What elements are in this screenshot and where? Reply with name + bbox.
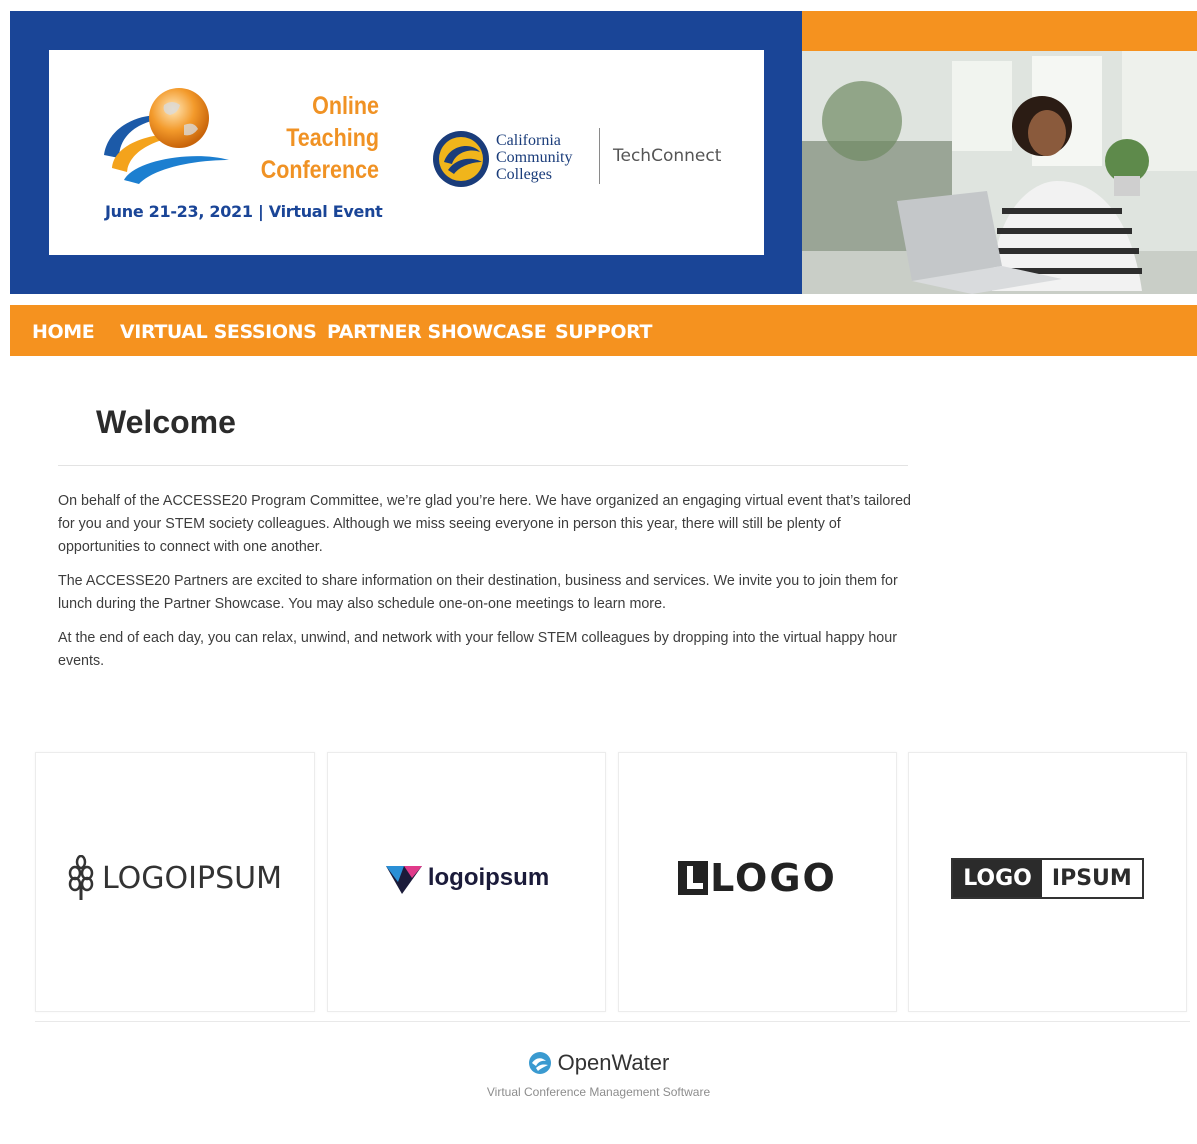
- hero-photo-illustration: [802, 51, 1197, 294]
- sponsor-card-4[interactable]: LOGO IPSUM: [908, 752, 1187, 1012]
- sponsors-divider: [35, 1021, 1190, 1022]
- ccc-line-2: Community: [496, 149, 573, 166]
- openwater-brand-text: OpenWater: [557, 1050, 670, 1075]
- welcome-paragraph-2: The ACCESSE20 Partners are excited to sh…: [58, 573, 898, 612]
- welcome-paragraph-3: At the end of each day, you can relax, u…: [58, 630, 897, 669]
- title-divider: [58, 465, 908, 466]
- wordmark-line-1: Online: [312, 92, 379, 120]
- conference-date: June 21-23, 2021 | Virtual Event: [105, 202, 383, 221]
- conference-wordmark: Online Teaching Conference: [241, 90, 379, 186]
- sponsor-logo-2-text: logoipsum: [427, 864, 550, 891]
- hero-photo: [802, 51, 1197, 294]
- openwater-link[interactable]: OpenWater: [528, 1050, 670, 1076]
- welcome-paragraph-1: On behalf of the ACCESSE20 Program Commi…: [58, 493, 912, 555]
- main-nav: HOME VIRTUAL SESSIONS PARTNER SHOWCASE S…: [10, 305, 1197, 356]
- sponsor-card-2[interactable]: logoipsum: [327, 752, 606, 1012]
- nav-home[interactable]: HOME: [32, 321, 95, 343]
- wordmark-line-3: Conference: [260, 156, 379, 184]
- nav-partner-showcase[interactable]: PARTNER SHOWCASE: [327, 321, 547, 343]
- sponsor-logo-4-right: IPSUM: [1041, 859, 1142, 897]
- triangle-drop-icon: [385, 866, 422, 894]
- sponsor-logo-4-left: LOGO: [953, 859, 1042, 897]
- globe-swoosh-icon: [104, 88, 229, 184]
- wordmark-line-2: Teaching: [286, 124, 379, 152]
- ccc-line-1: California: [496, 132, 561, 149]
- sponsor-logo-1: LOGOIPSUM: [36, 853, 314, 903]
- techconnect-label: TechConnect: [613, 146, 722, 166]
- sponsor-card-3[interactable]: LOGO: [618, 752, 897, 1012]
- nav-virtual-sessions[interactable]: VIRTUAL SESSIONS: [120, 321, 317, 343]
- page-title: Welcome: [96, 404, 236, 440]
- header-accent-strip: [802, 11, 1197, 51]
- ccc-seal-icon: [433, 131, 489, 187]
- sponsor-logo-4: LOGO IPSUM: [909, 853, 1186, 903]
- sponsor-logo-2: logoipsum: [328, 853, 605, 903]
- ccc-line-3: Colleges: [496, 166, 552, 183]
- sponsor-logo-1-text: LOGOIPSUM: [102, 860, 282, 896]
- footer-tagline: Virtual Conference Management Software: [486, 1085, 711, 1099]
- sponsor-card-1[interactable]: LOGOIPSUM: [35, 752, 315, 1012]
- footer-brand: OpenWater: [0, 1050, 1197, 1080]
- block-l-icon: [678, 861, 709, 895]
- sponsor-logo-4-box: LOGO IPSUM: [951, 857, 1144, 899]
- header-banner: Online Teaching Conference June 21-23, 2…: [10, 11, 802, 294]
- logo-divider: [599, 128, 600, 184]
- sponsor-logo-3-text: LOGO: [710, 856, 837, 900]
- ccc-wordmark: California Community Colleges: [496, 132, 572, 183]
- openwater-logo-icon: [528, 1052, 551, 1074]
- conference-logo-box[interactable]: Online Teaching Conference June 21-23, 2…: [49, 50, 764, 255]
- wheat-icon: [68, 855, 94, 900]
- sponsor-logo-3: LOGO: [619, 853, 896, 903]
- nav-support[interactable]: SUPPORT: [555, 321, 652, 343]
